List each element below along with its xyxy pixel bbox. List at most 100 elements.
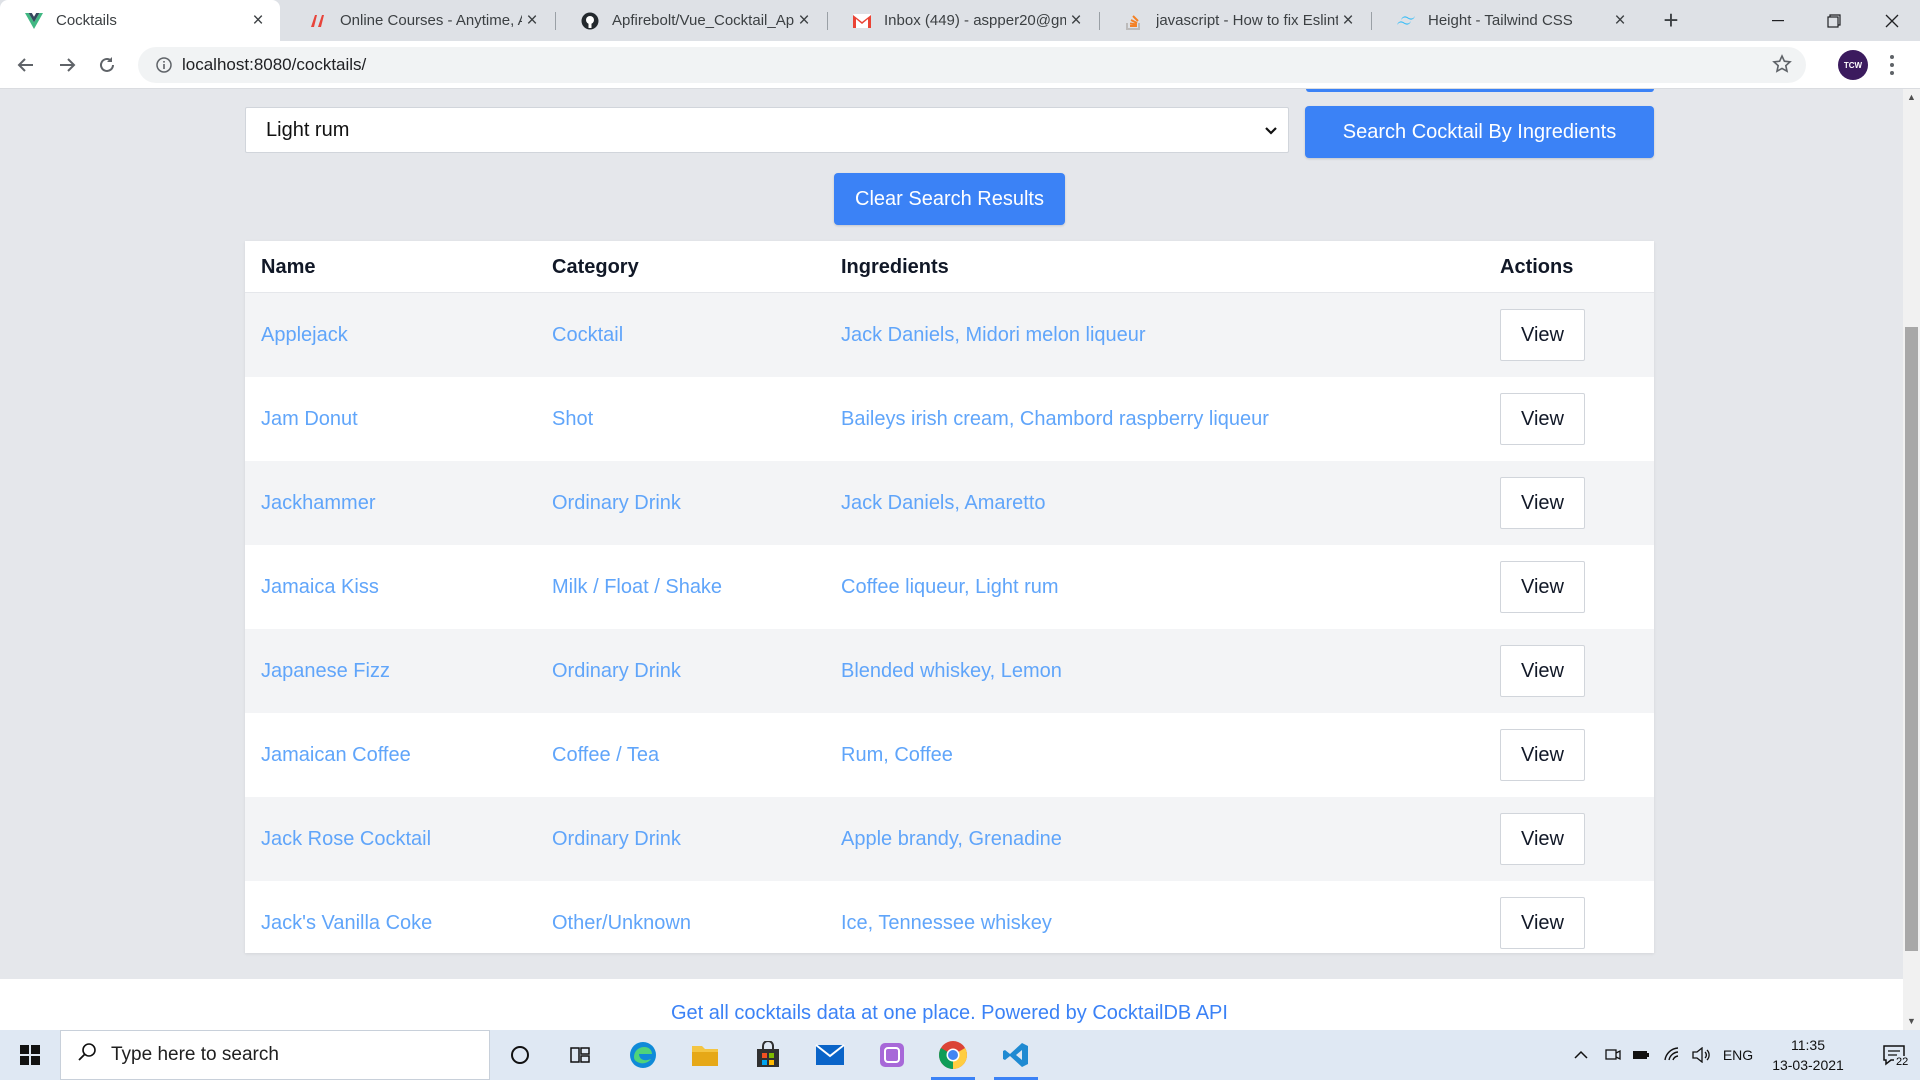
vscode-taskbar-button[interactable] [988, 1030, 1044, 1080]
vertical-scrollbar[interactable]: ▲ ▼ [1903, 89, 1920, 1030]
category-link[interactable]: Ordinary Drink [552, 797, 681, 881]
category-link[interactable]: Ordinary Drink [552, 629, 681, 713]
cocktail-name-link[interactable]: Jamaica Kiss [261, 545, 379, 629]
cocktail-name-link[interactable]: Applejack [261, 293, 348, 377]
tab-title: Online Courses - Anytime, An [340, 12, 522, 29]
ingredients-text[interactable]: Apple brandy, Grenadine [841, 797, 1062, 881]
tab-cocktails[interactable]: Cocktails × [0, 0, 280, 41]
wifi-icon[interactable] [1660, 1030, 1686, 1080]
edge-taskbar-button[interactable] [615, 1030, 671, 1080]
browser-toolbar: localhost:8080/cocktails/ TCW [0, 41, 1920, 89]
category-link[interactable]: Coffee / Tea [552, 713, 659, 797]
tab-github[interactable]: Apfirebolt/Vue_Cocktail_App × [556, 0, 826, 41]
site-info-icon[interactable] [146, 57, 182, 73]
ingredients-text[interactable]: Rum, Coffee [841, 713, 953, 797]
clear-search-results-button[interactable]: Clear Search Results [834, 173, 1065, 225]
view-button[interactable]: View [1500, 645, 1585, 697]
scroll-up-arrow-icon[interactable]: ▲ [1903, 89, 1920, 106]
address-bar[interactable]: localhost:8080/cocktails/ [138, 47, 1806, 83]
photos-app-button[interactable] [864, 1030, 920, 1080]
cocktail-name-link[interactable]: Japanese Fizz [261, 629, 390, 713]
cocktail-name-link[interactable]: Jack's Vanilla Coke [261, 881, 432, 965]
ingredient-select[interactable]: Light rum [245, 107, 1289, 153]
close-tab-icon[interactable]: × [1066, 10, 1086, 32]
back-button[interactable] [10, 49, 42, 81]
action-center-button[interactable]: 22 [1868, 1030, 1920, 1080]
gmail-logo-icon [852, 11, 872, 31]
table-row: Jamaica Kiss Milk / Float / Shake Coffee… [245, 545, 1654, 629]
task-view-icon [570, 1047, 590, 1063]
minimize-icon [1772, 19, 1784, 21]
cocktail-name-link[interactable]: Jack Rose Cocktail [261, 797, 431, 881]
view-button[interactable]: View [1500, 561, 1585, 613]
view-button[interactable]: View [1500, 309, 1585, 361]
ingredients-text[interactable]: Jack Daniels, Midori melon liqueur [841, 293, 1146, 377]
close-tab-icon[interactable]: × [248, 10, 268, 32]
tab-tailwind[interactable]: Height - Tailwind CSS × [1372, 0, 1642, 41]
category-link[interactable]: Ordinary Drink [552, 461, 681, 545]
url-text: localhost:8080/cocktails/ [182, 55, 367, 74]
view-button[interactable]: View [1500, 393, 1585, 445]
tab-stackoverflow[interactable]: javascript - How to fix Eslint e × [1100, 0, 1370, 41]
ingredients-text[interactable]: Coffee liqueur, Light rum [841, 545, 1059, 629]
footer-link[interactable]: Get all cocktails data at one place. Pow… [671, 1002, 1228, 1025]
close-tab-icon[interactable]: × [522, 10, 542, 32]
bookmark-star-icon[interactable] [1772, 54, 1792, 79]
udemy-logo-icon [308, 11, 328, 31]
start-button[interactable] [2, 1030, 58, 1080]
cocktail-name-link[interactable]: Jamaican Coffee [261, 713, 411, 797]
cocktail-name-link[interactable]: Jackhammer [261, 461, 375, 545]
close-tab-icon[interactable]: × [1610, 10, 1630, 32]
profile-avatar[interactable]: TCW [1838, 50, 1868, 80]
close-window-button[interactable] [1864, 0, 1920, 41]
tab-gmail[interactable]: Inbox (449) - aspper20@gm × [828, 0, 1098, 41]
show-hidden-icons-chevron[interactable] [1568, 1030, 1594, 1080]
category-link[interactable]: Cocktail [552, 293, 623, 377]
ingredients-text[interactable]: Ice, Tennessee whiskey [841, 881, 1052, 965]
reload-icon [100, 57, 114, 72]
windows-logo-icon [20, 1045, 40, 1065]
file-explorer-button[interactable] [677, 1030, 733, 1080]
battery-icon[interactable] [1628, 1030, 1654, 1080]
forward-button[interactable] [51, 49, 83, 81]
photo-app-icon [880, 1043, 904, 1067]
tab-online-courses[interactable]: Online Courses - Anytime, An × [284, 0, 554, 41]
ingredients-text[interactable]: Jack Daniels, Amaretto [841, 461, 1046, 545]
store-button[interactable] [740, 1030, 796, 1080]
category-link[interactable]: Other/Unknown [552, 881, 691, 965]
volume-icon[interactable] [1688, 1030, 1714, 1080]
close-icon [1885, 14, 1899, 27]
clock-date: 13-03-2021 [1772, 1057, 1844, 1073]
chrome-taskbar-button[interactable] [925, 1030, 981, 1080]
view-button[interactable]: View [1500, 897, 1585, 949]
scroll-down-arrow-icon[interactable]: ▼ [1903, 1013, 1920, 1030]
mail-button[interactable] [802, 1030, 858, 1080]
restore-window-button[interactable] [1806, 0, 1862, 41]
new-tab-button[interactable]: + [1656, 5, 1686, 35]
browser-tab-strip: Cocktails × Online Courses - Anytime, An… [0, 0, 1920, 41]
system-clock[interactable]: 11:35 13-03-2021 [1760, 1035, 1856, 1075]
ingredients-text[interactable]: Blended whiskey, Lemon [841, 629, 1062, 713]
task-view-button[interactable] [552, 1030, 608, 1080]
search-by-ingredients-button[interactable]: Search Cocktail By Ingredients [1305, 106, 1654, 158]
view-button[interactable]: View [1500, 477, 1585, 529]
meet-now-icon[interactable] [1600, 1030, 1626, 1080]
cocktail-name-link[interactable]: Jam Donut [261, 377, 358, 461]
input-language-indicator[interactable]: ENG [1718, 1030, 1758, 1080]
taskbar-search-box[interactable]: Type here to search [60, 1030, 490, 1080]
cortana-button[interactable] [492, 1030, 548, 1080]
tab-title: Inbox (449) - aspper20@gm [884, 12, 1066, 29]
taskbar-search-placeholder: Type here to search [111, 1044, 279, 1065]
view-button[interactable]: View [1500, 813, 1585, 865]
category-link[interactable]: Shot [552, 377, 593, 461]
browser-menu-button[interactable] [1882, 53, 1902, 77]
close-tab-icon[interactable]: × [1338, 10, 1358, 32]
view-button[interactable]: View [1500, 729, 1585, 781]
close-tab-icon[interactable]: × [794, 10, 814, 32]
ingredients-text[interactable]: Baileys irish cream, Chambord raspberry … [841, 377, 1269, 461]
scrollbar-thumb[interactable] [1905, 327, 1918, 951]
reload-button[interactable] [91, 49, 123, 81]
table-row: Jack Rose Cocktail Ordinary Drink Apple … [245, 797, 1654, 881]
minimize-window-button[interactable] [1750, 0, 1806, 41]
category-link[interactable]: Milk / Float / Shake [552, 545, 722, 629]
